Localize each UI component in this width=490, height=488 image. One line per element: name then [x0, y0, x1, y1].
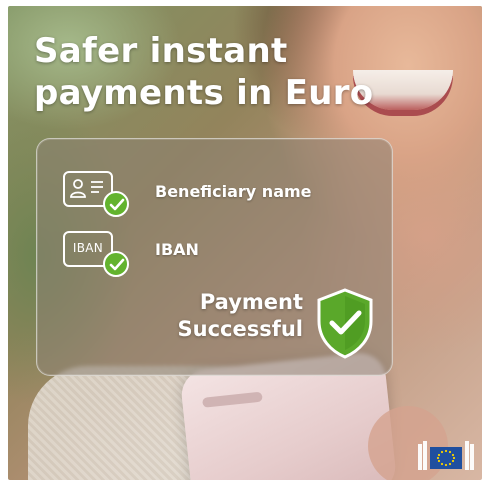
check-icon: [103, 191, 129, 217]
payment-status-line-2: Successful: [177, 317, 304, 341]
headline-line-2: payments in Euro: [34, 73, 374, 113]
payment-status: Payment Successful: [153, 289, 304, 343]
iban-icon-text: IBAN: [72, 241, 104, 255]
promo-image: Safer instant payments in Euro Beneficia…: [8, 6, 482, 480]
check-icon: [103, 251, 129, 277]
headline-line-1: Safer instant: [34, 31, 288, 71]
phone-camera: [202, 391, 263, 408]
beneficiary-name-label: Beneficiary name: [155, 182, 312, 201]
headline: Safer instant payments in Euro: [34, 30, 373, 114]
european-commission-logo: [418, 441, 474, 470]
shield-check-icon: [317, 288, 373, 359]
verification-card: Beneficiary name IBAN IBAN Payment Succe…: [36, 138, 393, 376]
payment-status-line-1: Payment: [199, 290, 303, 314]
iban-label: IBAN: [155, 240, 199, 259]
